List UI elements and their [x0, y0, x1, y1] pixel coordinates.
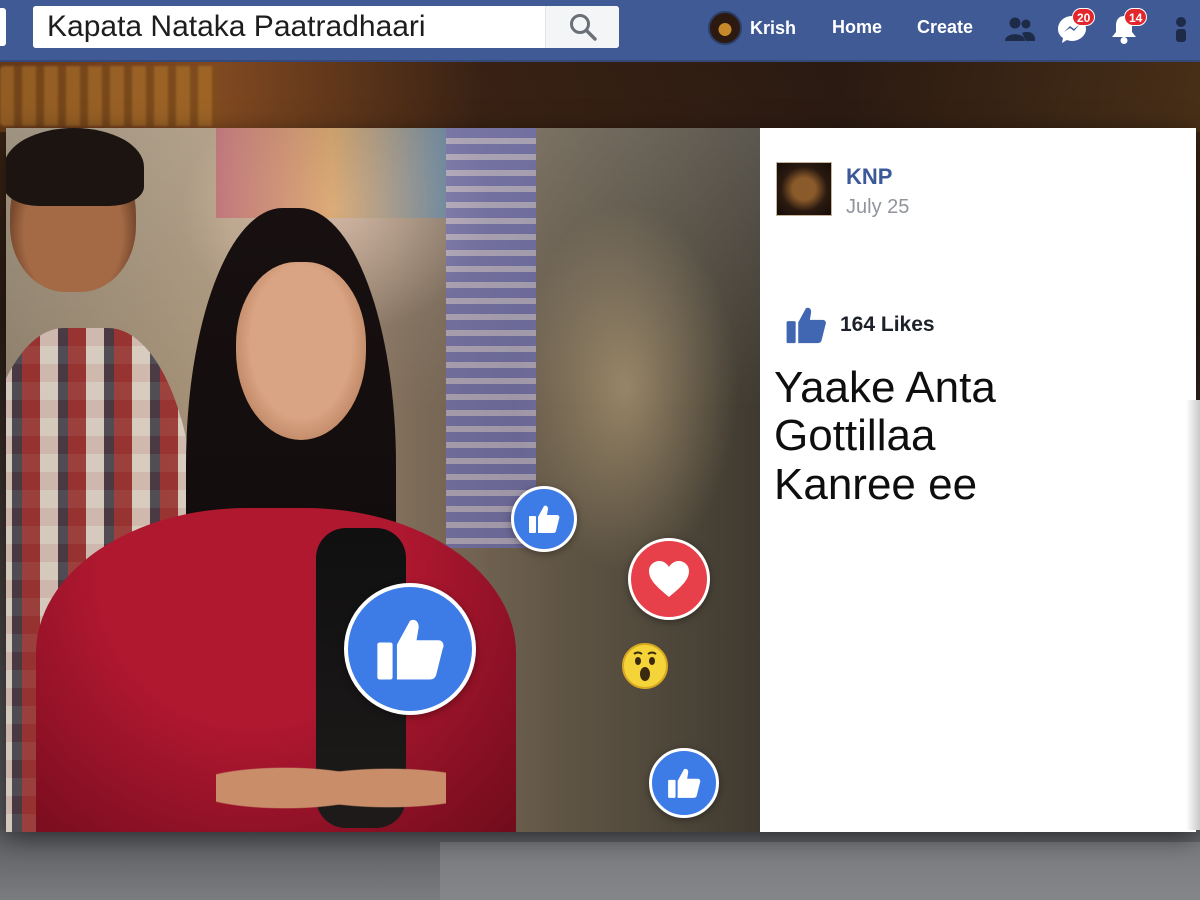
avatar — [708, 11, 742, 45]
like-icon — [668, 768, 701, 798]
top-navigation-bar: Krish Home Create 20 14 — [0, 0, 1200, 62]
page-avatar[interactable] — [776, 162, 832, 216]
like-icon — [529, 505, 560, 533]
post-caption: Yaake Anta Gottillaa Kanree ee — [774, 363, 1174, 509]
profile-link[interactable]: Krish — [708, 11, 796, 45]
friends-icon — [1005, 17, 1036, 41]
floating-heart-reaction — [628, 538, 710, 620]
create-link[interactable]: Create — [917, 17, 973, 38]
search-button[interactable] — [545, 6, 619, 48]
logo-stub[interactable] — [0, 8, 6, 46]
caption-line: Yaake Anta — [774, 363, 996, 412]
caption-line: Gottillaa — [774, 411, 936, 461]
post-timestamp[interactable]: July 25 — [846, 196, 909, 219]
post-details: KNP July 25 164 Likes Yaake Anta Gottill… — [760, 128, 1196, 832]
video-person-woman — [36, 208, 516, 832]
help-button[interactable] — [1166, 12, 1196, 46]
friends-button[interactable] — [1002, 12, 1038, 46]
home-link[interactable]: Home — [832, 17, 882, 38]
likes-count: 164 Likes — [840, 313, 935, 336]
like-icon — [786, 307, 826, 344]
video-poster-decor — [216, 128, 446, 218]
floating-like-reaction — [649, 748, 719, 818]
post-card: KNP July 25 164 Likes Yaake Anta Gottill… — [6, 128, 1196, 832]
floating-wow-reaction — [622, 643, 668, 689]
profile-name: Krish — [750, 17, 797, 38]
search-bar — [33, 6, 619, 48]
notifications-badge: 14 — [1124, 8, 1148, 26]
background-title-logo — [0, 66, 220, 126]
help-icon — [1176, 17, 1186, 42]
like-icon — [377, 619, 444, 680]
page-name-link[interactable]: KNP — [846, 164, 892, 190]
search-icon — [569, 14, 597, 41]
post-video[interactable] — [6, 128, 760, 832]
next-post-hint — [440, 842, 1200, 900]
messages-badge: 20 — [1072, 8, 1096, 26]
floating-like-reaction — [511, 486, 577, 552]
messages-button[interactable]: 20 — [1054, 8, 1096, 46]
caption-line: Kanree ee — [774, 459, 978, 509]
wow-icon — [633, 651, 657, 681]
notifications-button[interactable]: 14 — [1106, 8, 1148, 46]
heart-icon — [649, 561, 689, 597]
likes-summary[interactable]: 164 Likes — [784, 304, 935, 346]
card-edge — [1186, 400, 1200, 830]
floating-like-reaction-large — [344, 583, 476, 715]
search-input[interactable] — [33, 6, 545, 48]
